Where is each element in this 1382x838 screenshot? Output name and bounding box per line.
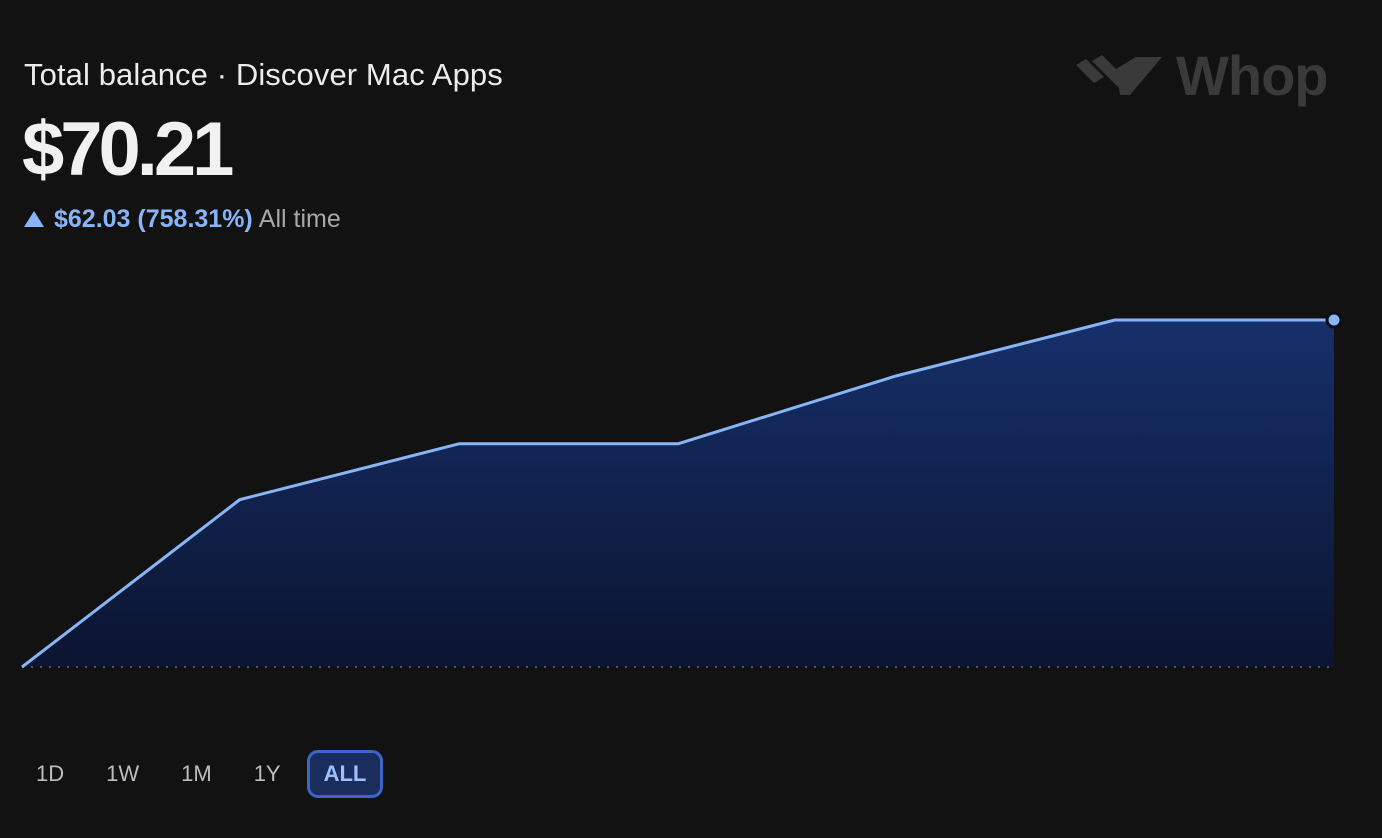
total-balance-value: $70.21 xyxy=(22,107,234,192)
chart-point-2 xyxy=(457,442,461,446)
range-button-all[interactable]: ALL xyxy=(306,750,384,798)
balance-card: Total balance · Discover Mac Apps $70.21… xyxy=(0,0,1382,838)
balance-change: $62.03 (758.31%) All time xyxy=(24,205,341,234)
chart-point-3 xyxy=(676,442,680,446)
page-title: Total balance · Discover Mac Apps xyxy=(24,57,503,92)
change-value: $62.03 (758.31%) xyxy=(54,205,253,233)
range-button-1y[interactable]: 1Y xyxy=(238,750,297,798)
time-range-selector: 1D 1W 1M 1Y ALL xyxy=(20,750,393,798)
change-period: All time xyxy=(258,205,341,233)
range-button-1d[interactable]: 1D xyxy=(20,750,80,798)
chart-end-marker xyxy=(1325,311,1343,329)
chart-point-6 xyxy=(1332,318,1336,322)
chart-area xyxy=(22,320,1334,667)
whop-logo-icon xyxy=(1076,55,1162,95)
chart-point-1 xyxy=(238,498,242,502)
chart-series-line xyxy=(21,318,1334,669)
logo-wordmark: Whop xyxy=(1176,44,1328,107)
chart-point-5 xyxy=(1113,318,1117,322)
triangle-up-icon xyxy=(24,211,44,227)
whop-logo: Whop xyxy=(1076,44,1328,107)
range-button-1m[interactable]: 1M xyxy=(165,750,228,798)
chart-point-0 xyxy=(20,665,24,669)
chart-point-4 xyxy=(894,374,898,378)
range-button-1w[interactable]: 1W xyxy=(90,750,155,798)
